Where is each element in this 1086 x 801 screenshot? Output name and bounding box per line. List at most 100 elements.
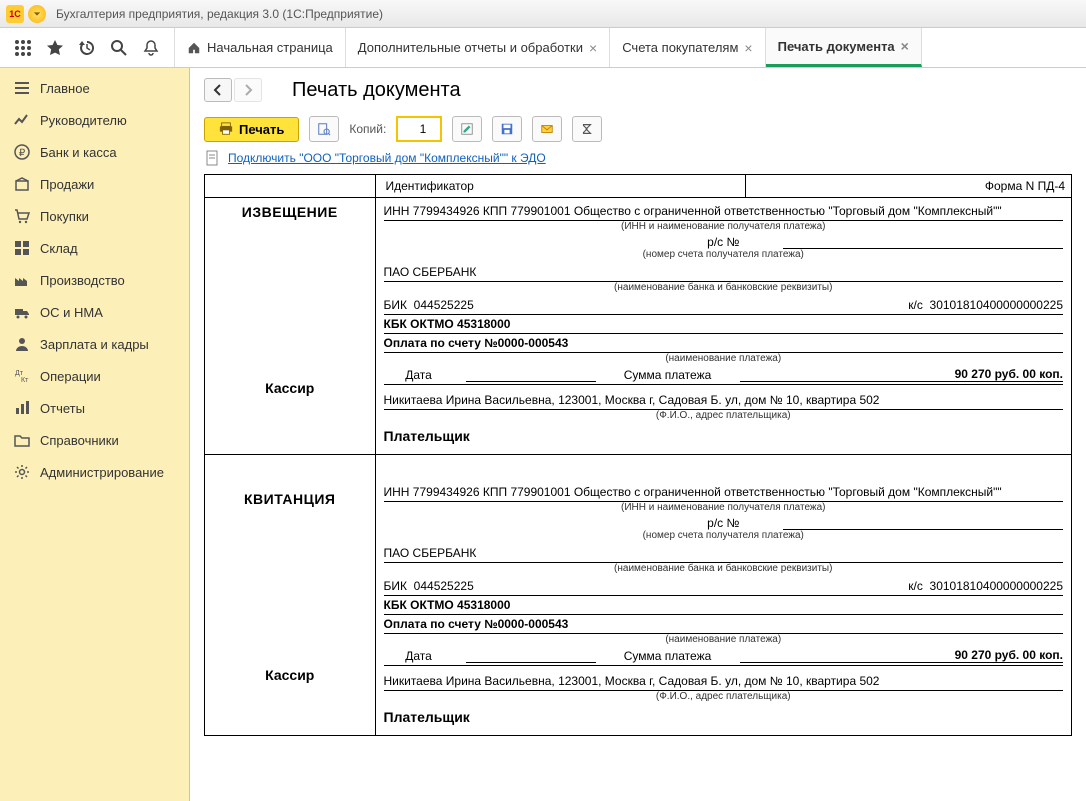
preview-button[interactable]: [309, 116, 339, 142]
gear-icon: [14, 464, 30, 480]
nav-buttons: [204, 78, 262, 102]
star-icon[interactable]: [46, 39, 64, 57]
pay-purpose: Оплата по счету №0000-000543: [384, 615, 1064, 634]
sidebar-item-manager[interactable]: Руководителю: [0, 104, 189, 136]
sidebar-item-label: Банк и касса: [40, 145, 117, 160]
sum-button[interactable]: [572, 116, 602, 142]
sidebar-item-main[interactable]: Главное: [0, 72, 189, 104]
sidebar: Главное Руководителю ₽ Банк и касса Прода…: [0, 68, 190, 801]
payer-caption: (Ф.И.О., адрес плательщика): [384, 410, 1064, 424]
tab-label: Печать документа: [778, 39, 895, 54]
ks-value: 30101810400000000225: [930, 298, 1063, 312]
rs-caption: (номер счета получателя платежа): [384, 249, 1064, 263]
sidebar-item-label: Руководителю: [40, 113, 127, 128]
sidebar-item-sales[interactable]: Продажи: [0, 168, 189, 200]
sidebar-item-assets[interactable]: ОС и НМА: [0, 296, 189, 328]
svg-text:Дт: Дт: [15, 370, 24, 377]
date-value: [466, 381, 596, 382]
payer-caption: (Ф.И.О., адрес плательщика): [384, 691, 1064, 705]
tab-label: Счета покупателям: [622, 40, 738, 55]
bik-label: БИК: [384, 579, 408, 593]
cashier-label: Кассир: [209, 657, 371, 683]
bik-value: 044525225: [414, 579, 474, 593]
sidebar-item-production[interactable]: Производство: [0, 264, 189, 296]
inn-caption: (ИНН и наименование получателя платежа): [384, 221, 1064, 235]
search-icon[interactable]: [110, 39, 128, 57]
svg-text:Кт: Кт: [21, 377, 29, 384]
edo-row: Подключить "ООО "Торговый дом "Комплексн…: [204, 150, 1072, 166]
sidebar-item-bank[interactable]: ₽ Банк и касса: [0, 136, 189, 168]
bell-icon[interactable]: [142, 39, 160, 57]
back-button[interactable]: [204, 78, 232, 102]
copies-input[interactable]: [396, 116, 442, 142]
print-button[interactable]: Печать: [204, 117, 299, 142]
rs-caption: (номер счета получателя платежа): [384, 530, 1064, 544]
folder-icon: [14, 432, 30, 448]
chart-icon: [14, 112, 30, 128]
tab-invoices[interactable]: Счета покупателям ×: [610, 28, 765, 67]
sidebar-item-label: Склад: [40, 241, 78, 256]
sidebar-item-operations[interactable]: ДтКт Операции: [0, 360, 189, 392]
page-title: Печать документа: [292, 79, 461, 102]
receipt-title: КВИТАНЦИЯ: [209, 491, 371, 507]
close-icon[interactable]: ×: [589, 40, 597, 56]
sidebar-item-label: Операции: [40, 369, 101, 384]
top-strip: Начальная страница Дополнительные отчеты…: [0, 28, 1086, 68]
sidebar-item-warehouse[interactable]: Склад: [0, 232, 189, 264]
app-menu-dropdown[interactable]: [28, 5, 46, 23]
rs-label: р/с №: [663, 516, 783, 530]
sidebar-item-label: Производство: [40, 273, 125, 288]
bik-label: БИК: [384, 298, 408, 312]
rs-value: [783, 235, 1063, 249]
forward-button[interactable]: [234, 78, 262, 102]
ks-label: к/с: [908, 579, 923, 593]
sidebar-item-label: Покупки: [40, 209, 89, 224]
action-toolbar: Печать Копий:: [204, 116, 1072, 142]
sidebar-item-hr[interactable]: Зарплата и кадры: [0, 328, 189, 360]
date-label: Дата: [384, 368, 454, 382]
svg-text:₽: ₽: [19, 148, 26, 159]
window-title: Бухгалтерия предприятия, редакция 3.0 (1…: [56, 7, 383, 21]
tab-reports[interactable]: Дополнительные отчеты и обработки×: [346, 28, 610, 67]
close-icon[interactable]: ×: [744, 40, 752, 56]
sidebar-item-label: Продажи: [40, 177, 94, 192]
sum-label: Сумма платежа: [608, 649, 728, 663]
sum-label: Сумма платежа: [608, 368, 728, 382]
sidebar-item-label: Зарплата и кадры: [40, 337, 149, 352]
truck-icon: [14, 304, 30, 320]
identifier-label: Идентификатор: [375, 175, 745, 198]
tab-print-document[interactable]: Печать документа ×: [766, 28, 922, 67]
sidebar-item-reports[interactable]: Отчеты: [0, 392, 189, 424]
edo-link[interactable]: Подключить "ООО "Торговый дом "Комплексн…: [228, 151, 546, 165]
ruble-icon: ₽: [14, 144, 30, 160]
kbk-line: КБК ОКТМО 45318000: [384, 596, 1064, 615]
ks-label: к/с: [908, 298, 923, 312]
bik-value: 044525225: [414, 298, 474, 312]
title-bar: 1C Бухгалтерия предприятия, редакция 3.0…: [0, 0, 1086, 28]
tool-icons: [0, 28, 175, 67]
sidebar-item-catalogs[interactable]: Справочники: [0, 424, 189, 456]
menu-icon: [14, 80, 30, 96]
save-button[interactable]: [492, 116, 522, 142]
date-label: Дата: [384, 649, 454, 663]
tab-home[interactable]: Начальная страница: [175, 28, 346, 67]
history-icon[interactable]: [78, 39, 96, 57]
close-icon[interactable]: ×: [901, 38, 909, 54]
pay-purpose: Оплата по счету №0000-000543: [384, 334, 1064, 353]
apps-icon[interactable]: [14, 39, 32, 57]
factory-icon: [14, 272, 30, 288]
sidebar-item-label: Справочники: [40, 433, 119, 448]
email-button[interactable]: [532, 116, 562, 142]
bank-name: ПАО СБЕРБАНК: [384, 263, 1064, 282]
sum-value: 90 270 руб. 00 коп.: [740, 648, 1064, 663]
rs-label: р/с №: [663, 235, 783, 249]
grid-icon: [14, 240, 30, 256]
sidebar-item-admin[interactable]: Администрирование: [0, 456, 189, 488]
person-icon: [14, 336, 30, 352]
date-value: [466, 662, 596, 663]
inn-line: ИНН 7799434926 КПП 779901001 Общество с …: [384, 483, 1064, 502]
sidebar-item-label: Главное: [40, 81, 90, 96]
edit-button[interactable]: [452, 116, 482, 142]
form-number: Форма N ПД-4: [745, 175, 1071, 198]
sidebar-item-purchases[interactable]: Покупки: [0, 200, 189, 232]
